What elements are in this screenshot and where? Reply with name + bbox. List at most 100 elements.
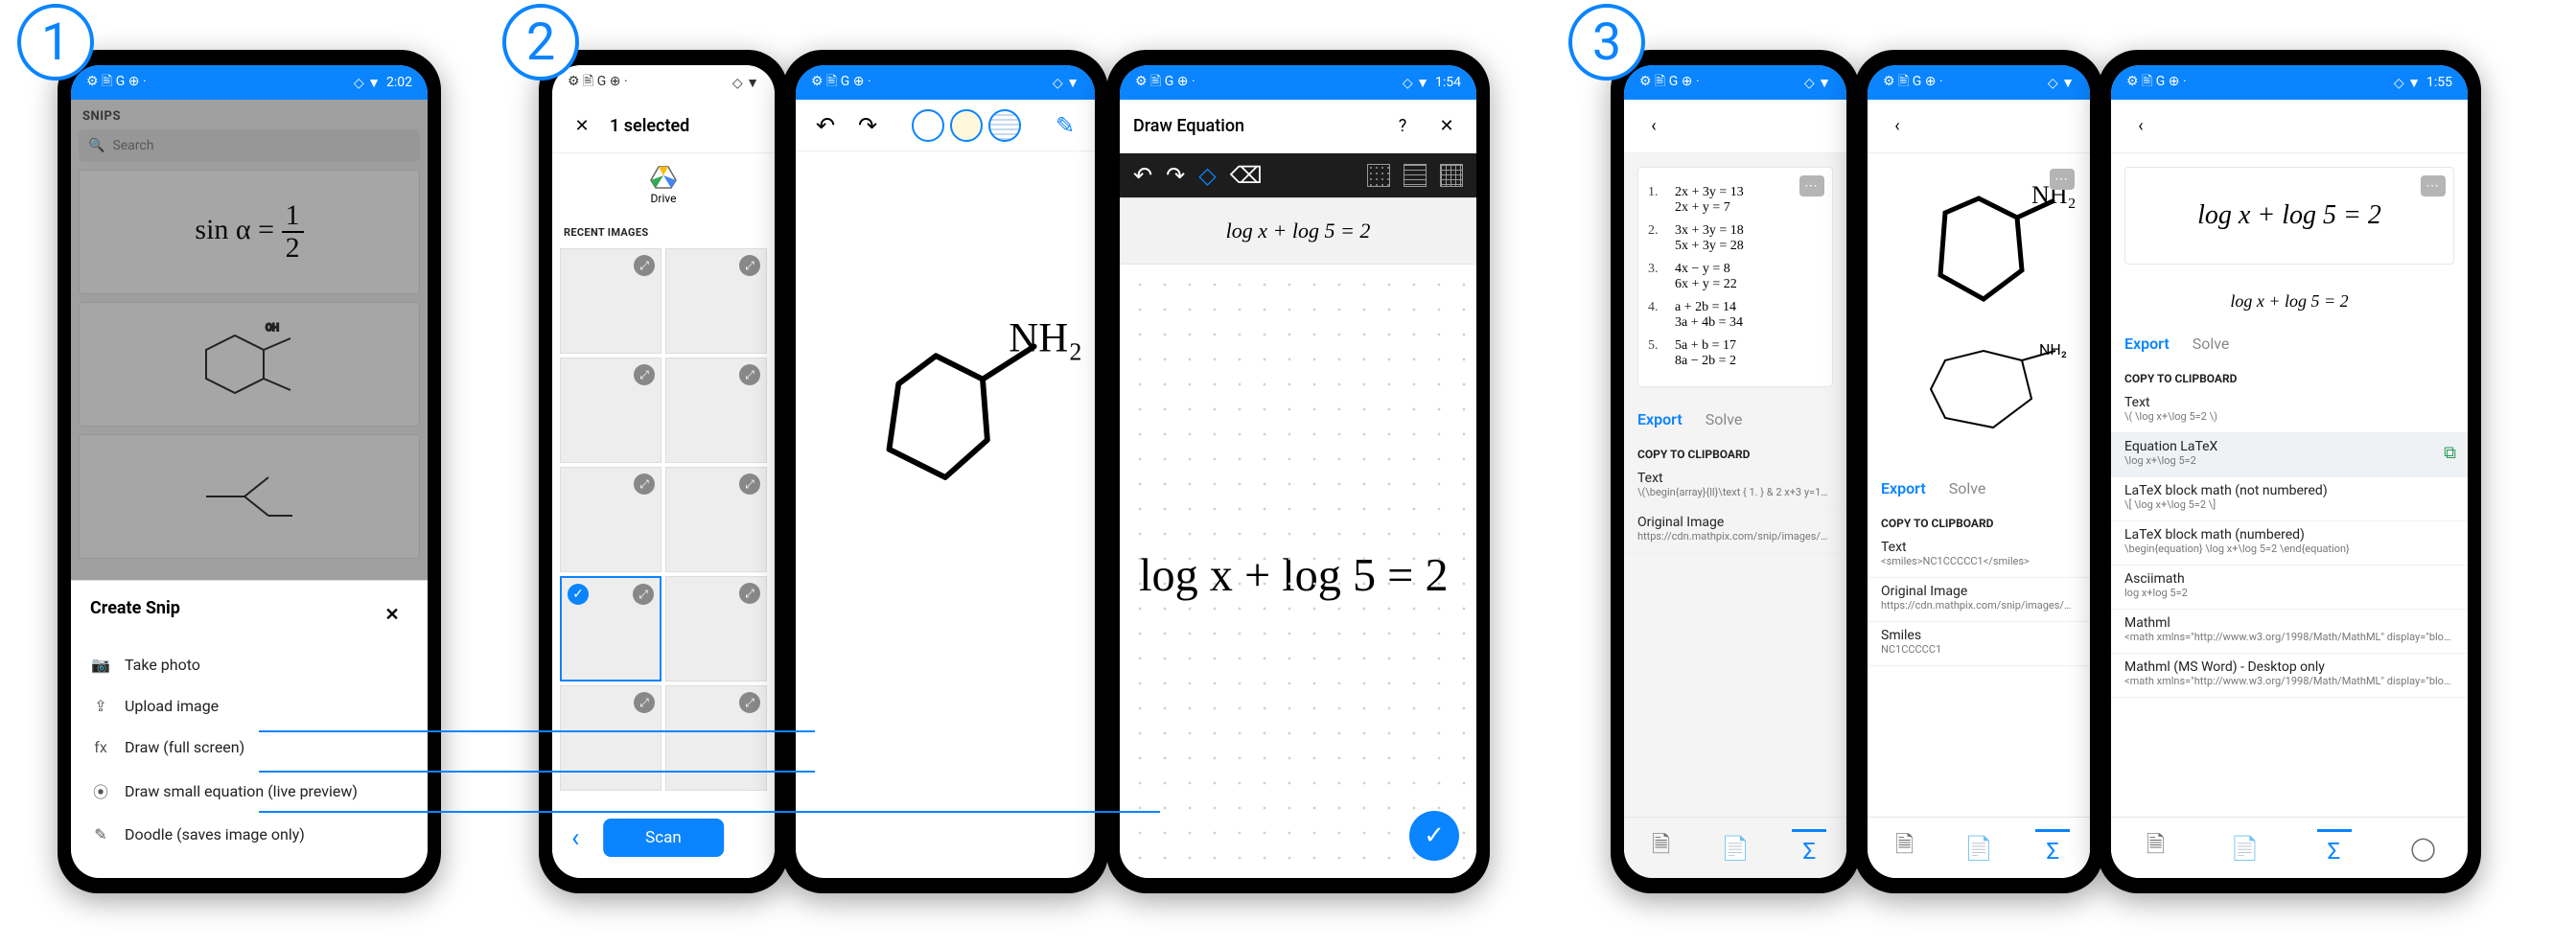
grid-squares-icon[interactable] bbox=[1440, 164, 1463, 187]
clip-item[interactable]: Asciimathlog x+log 5=2 bbox=[2111, 566, 2468, 610]
expand-icon[interactable]: ⤢ bbox=[633, 584, 654, 605]
clip-item-value: <math xmlns="http://www.w3.org/1998/Math… bbox=[2124, 631, 2454, 643]
grid-dots-icon[interactable] bbox=[1367, 164, 1390, 187]
expand-icon[interactable]: ⤢ bbox=[634, 364, 655, 385]
result-preview-card: ⋯ 1.2x + 3y = 132x + y = 7 2.3x + 3y = 1… bbox=[1637, 167, 1833, 387]
redo-icon[interactable]: ↷ bbox=[851, 109, 884, 142]
redo-icon[interactable]: ↷ bbox=[1166, 162, 1185, 189]
back-icon[interactable]: ‹ bbox=[1637, 110, 1670, 143]
thumb[interactable]: ⤢ bbox=[665, 358, 767, 463]
result-tabs: Export Solve bbox=[1868, 470, 2090, 507]
back-chevron-icon[interactable]: ‹ bbox=[571, 821, 579, 853]
card-menu-icon[interactable]: ⋯ bbox=[2050, 169, 2075, 190]
nav-pdf-icon[interactable]: 📄 bbox=[2228, 831, 2263, 866]
bg-cream-chip[interactable] bbox=[950, 109, 983, 142]
expand-icon[interactable]: ⤢ bbox=[634, 474, 655, 495]
page-title: Draw Equation bbox=[1133, 116, 1244, 136]
expand-icon[interactable]: ⤢ bbox=[634, 692, 655, 713]
clip-item-label: Text bbox=[2124, 395, 2454, 410]
undo-icon[interactable]: ↶ bbox=[809, 109, 842, 142]
back-icon[interactable]: ‹ bbox=[1881, 110, 1914, 143]
tab-export[interactable]: Export bbox=[1637, 410, 1683, 428]
tab-export[interactable]: Export bbox=[1881, 479, 1926, 497]
thumb[interactable]: ⤢ bbox=[560, 685, 661, 791]
tab-solve[interactable]: Solve bbox=[1706, 410, 1743, 428]
close-icon[interactable]: ✕ bbox=[566, 110, 598, 143]
nav-doc-icon[interactable]: 🗎 bbox=[1888, 831, 1922, 866]
upload-icon: ⇪ bbox=[90, 697, 111, 715]
clip-item-image[interactable]: Original Imagehttps://cdn.mathpix.com/sn… bbox=[1624, 509, 1846, 553]
expand-icon[interactable]: ⤢ bbox=[739, 692, 760, 713]
nav-doc-icon[interactable]: 🗎 bbox=[1644, 831, 1679, 866]
nav-sigma-icon[interactable]: Σ bbox=[2317, 829, 2352, 864]
close-icon[interactable]: ✕ bbox=[376, 598, 408, 631]
card-menu-icon[interactable]: ⋯ bbox=[2421, 175, 2446, 196]
sheet-label: Draw (full screen) bbox=[125, 738, 244, 756]
grid-lines-icon[interactable] bbox=[1404, 164, 1427, 187]
undo-icon[interactable]: ↶ bbox=[1133, 162, 1152, 189]
svg-text:NH₂: NH₂ bbox=[2039, 340, 2067, 358]
expand-icon[interactable]: ⤢ bbox=[739, 474, 760, 495]
eraser-icon[interactable]: ◇ bbox=[1198, 162, 1216, 189]
back-icon[interactable]: ‹ bbox=[2124, 110, 2157, 143]
clip-item-smiles[interactable]: SmilesNC1CCCCC1 bbox=[1868, 622, 2090, 666]
clip-item-text[interactable]: Text<smiles>NC1CCCCC1</smiles> bbox=[1868, 534, 2090, 578]
clip-item[interactable]: LaTeX block math (not numbered)\[ \log x… bbox=[2111, 477, 2468, 521]
status-bar: ⚙ 🖹 G ⊕ · ◇ ▼ 2:02 bbox=[71, 65, 428, 100]
tab-solve[interactable]: Solve bbox=[2193, 335, 2230, 353]
thumb[interactable]: ⤢ bbox=[665, 685, 767, 791]
thumb[interactable]: ⤢ bbox=[560, 358, 661, 463]
clip-item[interactable]: Text\( \log x+\log 5=2 \) bbox=[2111, 389, 2468, 433]
clip-item[interactable]: Mathml (MS Word) - Desktop only<math xml… bbox=[2111, 654, 2468, 698]
sheet-title: Create Snip bbox=[90, 598, 180, 631]
status-left-icons: ⚙ 🖹 G ⊕ · bbox=[1883, 71, 1943, 94]
expand-icon[interactable]: ⤢ bbox=[739, 255, 760, 276]
clip-item[interactable]: Equation LaTeX\log x+\log 5=2⧉ bbox=[2111, 433, 2468, 477]
close-icon[interactable]: ✕ bbox=[1430, 110, 1463, 143]
tab-solve[interactable]: Solve bbox=[1949, 479, 1986, 497]
nav-sigma-icon[interactable]: Σ bbox=[1792, 829, 1826, 864]
clip-item-image[interactable]: Original Imagehttps://cdn.mathpix.com/sn… bbox=[1868, 578, 2090, 622]
bg-lined-chip[interactable] bbox=[988, 109, 1021, 142]
sheet-row-draw-small[interactable]: ⦿Draw small equation (live preview) bbox=[90, 768, 408, 814]
help-icon[interactable]: ? bbox=[1386, 110, 1419, 143]
sheet-row-draw-full[interactable]: fxDraw (full screen) bbox=[90, 727, 408, 768]
sheet-row-upload[interactable]: ⇪Upload image bbox=[90, 685, 408, 727]
drive-source[interactable]: Drive bbox=[552, 153, 775, 217]
sheet-row-doodle[interactable]: ✎Doodle (saves image only) bbox=[90, 814, 408, 855]
scan-button[interactable]: Scan bbox=[603, 819, 724, 857]
preview-icon: ⦿ bbox=[90, 779, 111, 802]
card-menu-icon[interactable]: ⋯ bbox=[1799, 175, 1824, 196]
copy-icon[interactable]: ⧉ bbox=[2444, 443, 2456, 463]
pencil-icon[interactable]: ✎ bbox=[1049, 109, 1081, 142]
thumb-selected[interactable]: ✓⤢ bbox=[560, 576, 661, 681]
bg-white-chip[interactable] bbox=[912, 109, 944, 142]
nav-pdf-icon[interactable]: 📄 bbox=[1718, 831, 1752, 866]
thumb[interactable]: ⤢ bbox=[560, 467, 661, 572]
nav-doc-icon[interactable]: 🗎 bbox=[2139, 831, 2173, 866]
sheet-row-take-photo[interactable]: 📷Take photo bbox=[90, 644, 408, 685]
expand-icon[interactable]: ⤢ bbox=[634, 255, 655, 276]
thumb[interactable]: ⤢ bbox=[665, 467, 767, 572]
tab-export[interactable]: Export bbox=[2124, 335, 2170, 353]
nav-profile-icon[interactable]: ◯ bbox=[2406, 831, 2441, 866]
nav-pdf-icon[interactable]: 📄 bbox=[1961, 831, 1996, 866]
thumb[interactable]: ⤢ bbox=[560, 248, 661, 354]
copy-to-clipboard-heading: COPY TO CLIPBOARD bbox=[1868, 507, 2090, 534]
expand-icon[interactable]: ⤢ bbox=[739, 364, 760, 385]
clip-item[interactable]: LaTeX block math (numbered)\begin{equati… bbox=[2111, 521, 2468, 566]
doodle-canvas[interactable]: NH₂ bbox=[796, 151, 1095, 878]
thumb[interactable]: ⤢ bbox=[665, 576, 767, 681]
clip-item[interactable]: Mathml<math xmlns="http://www.w3.org/199… bbox=[2111, 610, 2468, 654]
clear-icon[interactable]: ⌫ bbox=[1230, 162, 1263, 189]
clip-item-text[interactable]: Text\(\begin{array}{ll}\text { 1. } & 2 … bbox=[1624, 465, 1846, 509]
equation-canvas[interactable]: log x + log 5 = 2 ✓ bbox=[1120, 265, 1476, 878]
step-badge-3: 3 bbox=[1568, 4, 1645, 81]
expand-icon[interactable]: ⤢ bbox=[739, 583, 760, 604]
copy-to-clipboard-heading: COPY TO CLIPBOARD bbox=[1624, 438, 1846, 465]
phone-2b-doodle: ⚙ 🖹 G ⊕ · ◇ ▼ ↶ ↷ ✎ NH₂ bbox=[782, 50, 1108, 893]
confirm-fab[interactable]: ✓ bbox=[1409, 811, 1459, 861]
nav-sigma-icon[interactable]: Σ bbox=[2035, 829, 2070, 864]
eq-row: 5.5a + b = 178a − 2b = 2 bbox=[1648, 338, 1822, 369]
thumb[interactable]: ⤢ bbox=[665, 248, 767, 354]
